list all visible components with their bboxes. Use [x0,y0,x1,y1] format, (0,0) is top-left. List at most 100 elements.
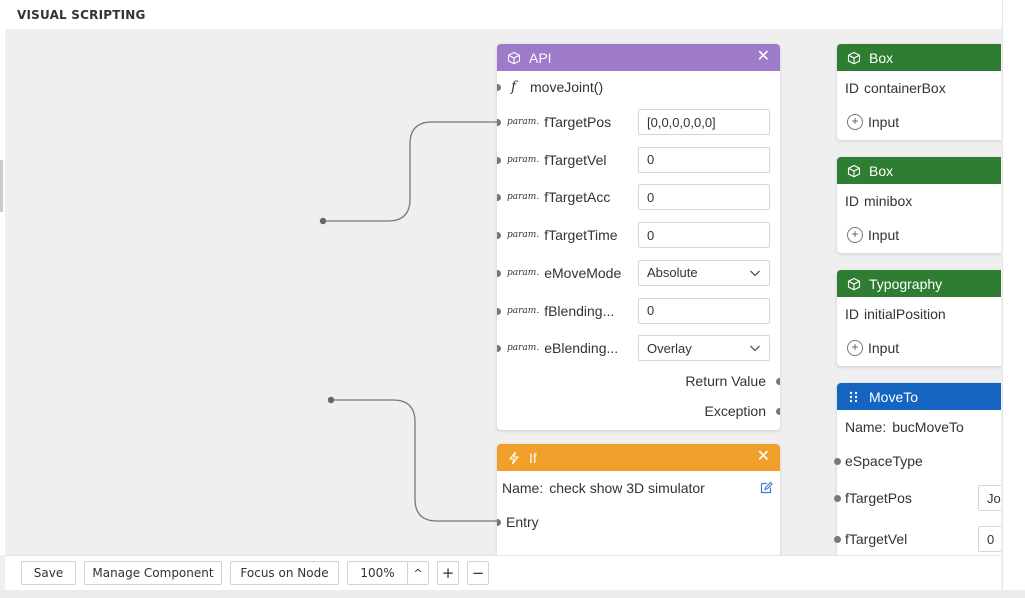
id-row: ID minibox [837,186,1001,216]
scripting-canvas[interactable]: API ✕ 𝑓 moveJoint() param. fTargetPos [0,0… [5,29,1001,555]
param-tag: param. [507,267,540,278]
wire-to-ftargetpos [323,121,499,222]
manage-component-button[interactable]: Manage Component [84,561,222,585]
save-button[interactable]: Save [21,561,76,585]
param-row: param. fTargetTime 0 [497,220,780,250]
cube-icon [847,277,861,290]
wire-start-dot [327,396,335,404]
input-port[interactable] [497,119,501,126]
name-label: Name: [502,480,544,496]
if-node[interactable]: If ✕ Name: check show 3D simulator Entry [497,444,780,555]
port-label: fTargetVel [845,531,908,547]
plus-icon[interactable]: + [847,340,863,356]
param-input[interactable]: 0 [638,297,770,324]
zoom-level-field[interactable]: 100% [347,561,408,585]
param-name: fTargetAcc [544,189,611,206]
id-row: ID initialPosition [837,299,1001,329]
param-row: param. fTargetVel 0 [497,145,780,175]
close-icon[interactable]: ✕ [757,449,770,465]
output-port[interactable] [776,408,780,415]
port-label: fTargetPos [845,490,912,506]
param-input[interactable]: 0 [638,222,770,249]
output-port[interactable] [776,378,780,385]
output-row: Exception [497,396,780,426]
add-input-row[interactable]: + Input [837,220,1001,250]
wire-to-if-entry [331,399,499,522]
param-value: Absolute [647,265,698,281]
input-port[interactable] [834,458,841,465]
chevron-up-icon: ^ [413,566,423,580]
input-port[interactable] [497,269,501,277]
api-node[interactable]: API ✕ 𝑓 moveJoint() param. fTargetPos [0,0… [497,44,780,430]
cube-icon [507,51,521,64]
param-input[interactable]: 0 [638,146,770,173]
box-node-title: Typography [869,275,943,292]
cube-icon [847,164,861,177]
zoom-up-button[interactable]: ^ [407,561,429,585]
param-row: param. eMoveMode Absolute [497,258,780,288]
plus-icon[interactable]: + [847,114,863,130]
input-port[interactable] [497,307,501,315]
id-label: ID [845,193,859,209]
output-label: Exception [704,403,766,419]
input-port[interactable] [834,495,841,502]
focus-on-node-button[interactable]: Focus on Node [230,561,339,585]
close-icon[interactable]: ✕ [757,49,770,65]
param-row: param. eBlending... Overlay [497,333,780,363]
id-value: minibox [864,193,913,209]
param-tag: param. [507,343,540,354]
box-node-minibox[interactable]: Box ID minibox + Input [837,157,1001,253]
input-port[interactable] [497,345,501,353]
input-port[interactable] [497,194,501,202]
param-value: 0 [647,303,655,318]
input-port[interactable] [497,156,501,164]
add-input-row[interactable]: + Input [837,333,1001,363]
left-scrollbar[interactable] [0,160,3,212]
box-node-header[interactable]: Box [837,157,1001,184]
param-row: param. fBlending... 0 [497,296,780,326]
input-port[interactable] [497,84,501,91]
param-value: 0 [647,152,655,168]
chevron-down-icon [750,270,760,277]
param-input[interactable]: 0 [638,184,770,211]
zoom-in-button[interactable]: + [437,561,459,585]
edit-icon[interactable] [760,481,773,494]
name-value: check show 3D simulator [549,480,705,496]
id-value: containerBox [864,80,946,96]
ftargetvel-input[interactable]: 0 [978,526,1001,552]
box-node-containerbox[interactable]: Box ID containerBox + Input [837,44,1001,140]
param-select[interactable]: Overlay [638,335,770,362]
param-tag: param. [507,154,540,165]
param-tag: param. [507,117,540,127]
function-name: moveJoint() [530,79,604,95]
add-input-row[interactable]: + Input [837,107,1001,137]
param-name: fTargetVel [544,151,607,168]
id-row: ID containerBox [837,73,1001,103]
api-node-title: API [529,49,552,66]
input-port[interactable] [834,536,841,543]
param-tag: param. [507,192,540,203]
zoom-out-button[interactable]: − [467,561,489,585]
moveto-node[interactable]: MoveTo Name: bucMoveTo eSpaceType fTarge… [834,383,1001,555]
ftargetpos-input[interactable]: Jo [978,485,1001,511]
chevron-down-icon [750,345,760,352]
bolt-icon [508,451,520,464]
param-value: Overlay [647,340,692,356]
input-port[interactable] [497,232,501,240]
box-node-header[interactable]: Typography [837,270,1001,297]
typography-node[interactable]: Typography ID initialPosition + Input [837,270,1001,366]
box-node-title: Box [869,49,894,66]
param-value: 0 [647,189,655,205]
cube-icon [847,51,861,64]
box-node-header[interactable]: Box [837,44,1001,71]
param-select[interactable]: Absolute [638,259,770,286]
api-node-header[interactable]: API ✕ [497,44,780,71]
param-name: fTargetTime [544,227,618,244]
moveto-node-header[interactable]: MoveTo [837,383,1001,410]
plus-icon[interactable]: + [847,227,863,243]
param-input[interactable]: [0,0,0,0,0,0] [638,109,770,135]
param-row: param. fTargetAcc 0 [497,182,780,212]
entry-port[interactable] [497,519,501,526]
if-node-header[interactable]: If ✕ [497,444,780,471]
id-label: ID [845,80,859,96]
